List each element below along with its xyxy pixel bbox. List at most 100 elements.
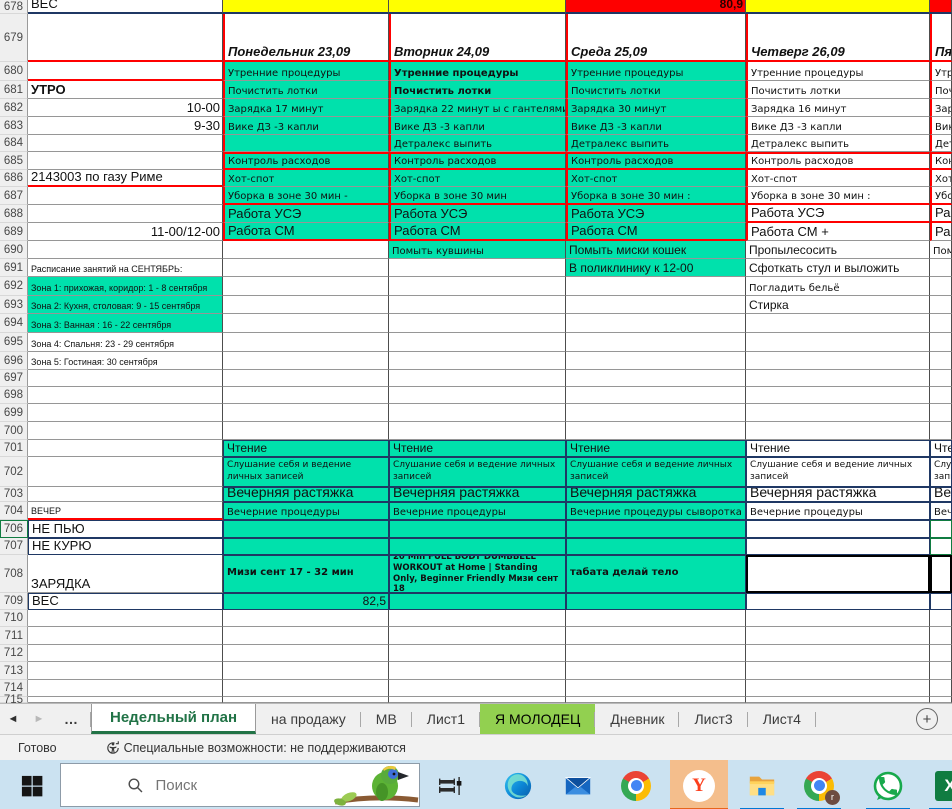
cell-690-mon[interactable]: [223, 241, 389, 259]
cell-698-wed[interactable]: [566, 387, 746, 404]
row-header-697[interactable]: 697: [0, 370, 28, 387]
cell-695-tue[interactable]: [389, 333, 566, 352]
cell-706-a[interactable]: НЕ ПЬЮ: [28, 520, 223, 538]
cell-678-tue[interactable]: [389, 0, 566, 14]
row-header-700[interactable]: 700: [0, 422, 28, 440]
cell-700-wed[interactable]: [566, 422, 746, 440]
row-header-696[interactable]: 696: [0, 352, 28, 370]
cell-689-mon[interactable]: Работа СМ: [223, 223, 389, 241]
cell-687-a[interactable]: [28, 187, 223, 205]
cell-688-tue[interactable]: Работа УСЭ: [389, 205, 566, 223]
cell-697-mon[interactable]: [223, 370, 389, 387]
cell-703-mon[interactable]: Вечерняя растяжка: [223, 487, 389, 502]
cell-683-a[interactable]: 9-30: [28, 117, 223, 135]
row-header-690[interactable]: 690: [0, 241, 28, 259]
cell-683-thu[interactable]: Вике ДЗ -3 капли: [746, 117, 930, 135]
taskbar-app-chrome-profile[interactable]: r: [796, 760, 842, 809]
cell-693-fri[interactable]: [930, 296, 952, 314]
cell-683-tue[interactable]: Вике ДЗ -3 капли: [389, 117, 566, 135]
row-header-703[interactable]: 703: [0, 487, 28, 502]
row-header-713[interactable]: 713: [0, 662, 28, 680]
cell-682-a[interactable]: 10-00: [28, 99, 223, 117]
cell-681-mon[interactable]: Почистить лотки: [223, 81, 389, 99]
cell-707-tue[interactable]: [389, 538, 566, 555]
cell-713-mon[interactable]: [223, 662, 389, 680]
cell-688-a[interactable]: [28, 205, 223, 223]
row-header-684[interactable]: 684: [0, 135, 28, 152]
cell-680-tue[interactable]: Утренние процедуры: [389, 62, 566, 81]
row-header-688[interactable]: 688: [0, 205, 28, 223]
cell-680-thu[interactable]: Утренние процедуры: [746, 62, 930, 81]
cell-711-thu[interactable]: [746, 627, 930, 645]
cell-708-wed[interactable]: табата делай тело: [566, 555, 746, 593]
cell-686-mon[interactable]: Хот-спот: [223, 170, 389, 187]
cell-698-thu[interactable]: [746, 387, 930, 404]
cell-684-thu[interactable]: Детралекс выпить: [746, 135, 930, 152]
cell-694-mon[interactable]: [223, 314, 389, 333]
cell-691-tue[interactable]: [389, 259, 566, 277]
tabs-scroll-right-icon[interactable]: ►: [26, 704, 52, 734]
cell-706-mon[interactable]: [223, 520, 389, 538]
cell-700-thu[interactable]: [746, 422, 930, 440]
taskbar-app-whatsapp[interactable]: [865, 760, 911, 809]
tabs-overflow-button[interactable]: …: [52, 704, 91, 734]
cell-695-a[interactable]: Зона 4: Спальня: 23 - 29 сентября: [28, 333, 223, 352]
cell-696-tue[interactable]: [389, 352, 566, 370]
tab-dnevnik[interactable]: Дневник: [595, 704, 679, 734]
cell-710-fri[interactable]: [930, 610, 952, 627]
row-header-708[interactable]: 708: [0, 555, 28, 593]
row-header-693[interactable]: 693: [0, 296, 28, 314]
tab-mv[interactable]: МВ: [361, 704, 412, 734]
tab-list4[interactable]: Лист4: [748, 704, 816, 734]
cell-685-wed[interactable]: Контроль расходов: [566, 152, 746, 170]
cell-698-tue[interactable]: [389, 387, 566, 404]
taskbar-app-chrome[interactable]: [614, 760, 658, 809]
cell-708-tue[interactable]: 20 Min FULL BODY DUMBBELL WORKOUT at Hom…: [389, 555, 566, 593]
cell-711-mon[interactable]: [223, 627, 389, 645]
cell-688-thu[interactable]: Работа УСЭ: [746, 205, 930, 223]
cell-698-a[interactable]: [28, 387, 223, 404]
cell-697-thu[interactable]: [746, 370, 930, 387]
cell-703-tue[interactable]: Вечерняя растяжка: [389, 487, 566, 502]
cell-702-a[interactable]: [28, 457, 223, 487]
cell-701-tue[interactable]: Чтение: [389, 440, 566, 457]
cell-687-fri[interactable]: Убо: [930, 187, 952, 205]
row-header-710[interactable]: 710: [0, 610, 28, 627]
cell-712-wed[interactable]: [566, 645, 746, 662]
cell-694-tue[interactable]: [389, 314, 566, 333]
cell-712-thu[interactable]: [746, 645, 930, 662]
task-view-button[interactable]: [430, 760, 470, 809]
cell-707-fri[interactable]: [930, 538, 952, 555]
cell-682-thu[interactable]: Зарядка 16 минут: [746, 99, 930, 117]
row-header-686[interactable]: 686: [0, 170, 28, 187]
cell-678-a[interactable]: ВЕС: [28, 0, 223, 14]
cell-709-tue[interactable]: [389, 593, 566, 610]
cell-680-a[interactable]: [28, 62, 223, 81]
cell-711-fri[interactable]: [930, 627, 952, 645]
cell-683-wed[interactable]: Вике ДЗ -3 капли: [566, 117, 746, 135]
cell-710-wed[interactable]: [566, 610, 746, 627]
row-header-680[interactable]: 680: [0, 62, 28, 81]
cell-695-mon[interactable]: [223, 333, 389, 352]
cell-694-thu[interactable]: [746, 314, 930, 333]
cell-712-tue[interactable]: [389, 645, 566, 662]
cell-699-wed[interactable]: [566, 404, 746, 422]
cell-688-fri[interactable]: Раб: [930, 205, 952, 223]
row-header-681[interactable]: 681: [0, 81, 28, 99]
cell-714-fri[interactable]: [930, 680, 952, 697]
cell-702-thu[interactable]: Слушание себя и ведение личных записей: [746, 457, 930, 487]
cell-710-a[interactable]: [28, 610, 223, 627]
cell-703-wed[interactable]: Вечерняя растяжка: [566, 487, 746, 502]
cell-701-wed[interactable]: Чтение: [566, 440, 746, 457]
cell-696-mon[interactable]: [223, 352, 389, 370]
cell-687-tue[interactable]: Уборка в зоне 30 мин: [389, 187, 566, 205]
cell-687-thu[interactable]: Уборка в зоне 30 мин :: [746, 187, 930, 205]
cell-688-mon[interactable]: Работа УСЭ: [223, 205, 389, 223]
row-header-702[interactable]: 702: [0, 457, 28, 487]
cell-679-tue[interactable]: Вторник 24,09: [389, 14, 566, 62]
tab-list1[interactable]: Лист1: [412, 704, 480, 734]
cell-684-tue[interactable]: Детралекс выпить: [389, 135, 566, 152]
cell-695-wed[interactable]: [566, 333, 746, 352]
cell-686-fri[interactable]: Хот-: [930, 170, 952, 187]
row-header-687[interactable]: 687: [0, 187, 28, 205]
